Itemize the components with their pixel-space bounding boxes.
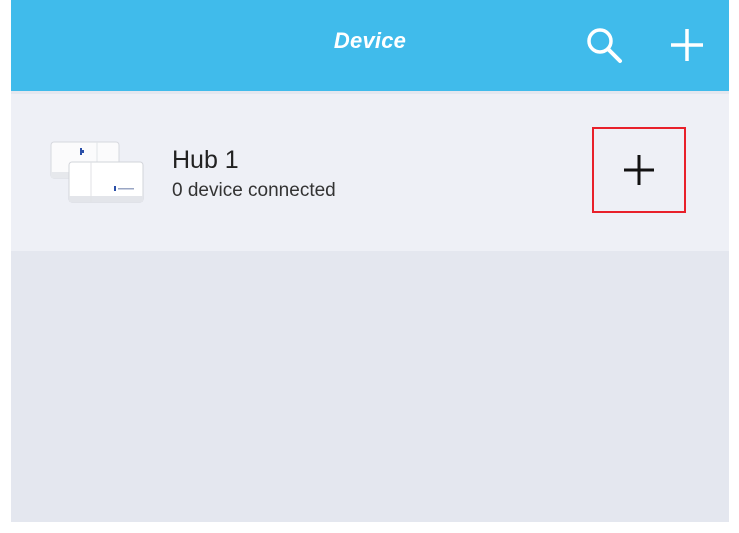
device-status: 0 device connected (172, 180, 336, 201)
device-screen: Device Hub 1 0 device connected (11, 0, 729, 522)
search-button[interactable] (581, 22, 627, 68)
device-name: Hub 1 (172, 146, 239, 174)
add-device-button[interactable] (664, 22, 710, 68)
device-list-item[interactable]: Hub 1 0 device connected (11, 94, 729, 251)
plus-icon (671, 29, 703, 61)
hub-device-image (50, 141, 144, 203)
app-header: Device (11, 0, 729, 91)
search-icon (587, 28, 622, 63)
add-subdevice-button[interactable] (592, 127, 686, 213)
plus-icon (624, 155, 654, 185)
